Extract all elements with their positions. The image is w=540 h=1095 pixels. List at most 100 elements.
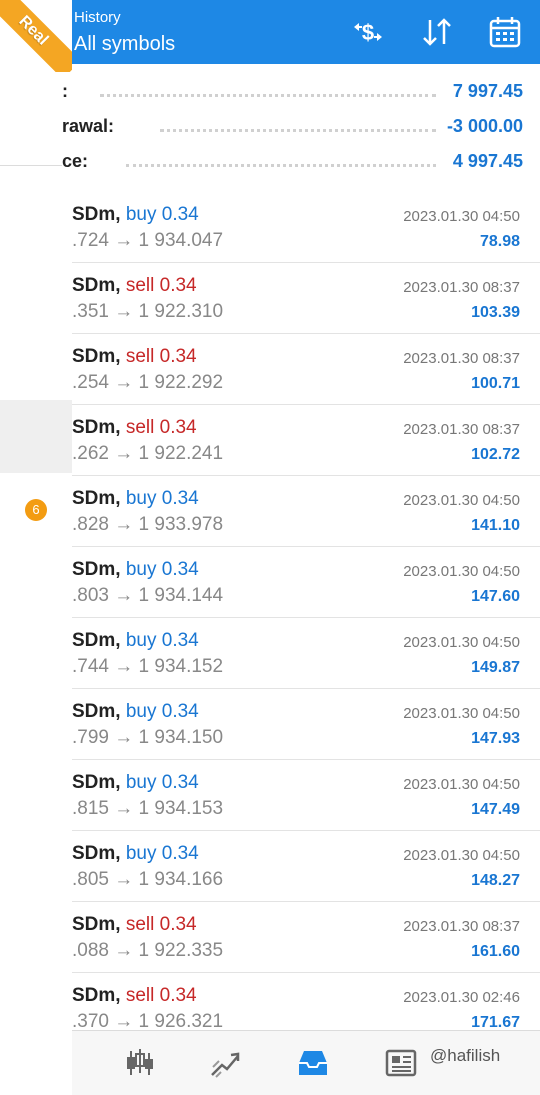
account-ribbon-label: Real	[0, 0, 72, 72]
deal-profit: 78.98	[479, 233, 520, 250]
deal-row[interactable]: SDm, sell 0.34 .254 → 1 922.292 2023.01.…	[72, 334, 540, 405]
deal-prices: .254 → 1 922.292	[72, 372, 224, 393]
summary-label: :	[62, 81, 72, 102]
summary-leader-dots	[100, 94, 436, 97]
deal-profit: 147.60	[471, 588, 520, 605]
deal-symbol-line: SDm, buy 0.34	[72, 701, 199, 723]
history-inbox-icon[interactable]	[295, 1045, 331, 1081]
deal-side: sell 0.34	[125, 346, 197, 367]
deal-side: buy 0.34	[125, 630, 199, 651]
deal-time: 2023.01.30 04:50	[403, 776, 520, 793]
calendar-icon[interactable]	[487, 14, 523, 50]
sort-icon[interactable]	[419, 14, 455, 50]
deal-time: 2023.01.30 04:50	[403, 847, 520, 864]
deal-symbol: SDm,	[72, 914, 121, 935]
summary-row: rawal: -3 000.00	[62, 116, 534, 146]
deal-symbol-line: SDm, buy 0.34	[72, 772, 199, 794]
deal-symbol-line: SDm, sell 0.34	[72, 417, 197, 439]
deal-profit: 100.71	[471, 375, 520, 392]
svg-text:$: $	[362, 20, 374, 45]
summary-value: 7 997.45	[446, 81, 523, 102]
deal-side: sell 0.34	[125, 985, 197, 1006]
deal-profit: 149.87	[471, 659, 520, 676]
deal-symbol: SDm,	[72, 204, 121, 225]
deal-prices: .724 → 1 934.047	[72, 230, 224, 251]
deal-prices: .799 → 1 934.150	[72, 727, 224, 748]
deal-profit: 147.49	[471, 801, 520, 818]
deal-row[interactable]: SDm, sell 0.34 .351 → 1 922.310 2023.01.…	[72, 263, 540, 334]
deal-prices: .805 → 1 934.166	[72, 869, 224, 890]
deal-symbol-line: SDm, buy 0.34	[72, 204, 199, 226]
summary-leader-dots	[160, 129, 436, 132]
quotes-icon[interactable]	[122, 1045, 158, 1081]
drawer-item-active[interactable]	[0, 400, 72, 473]
deal-profit: 141.10	[471, 517, 520, 534]
deal-side: buy 0.34	[125, 204, 199, 225]
account-summary: : 7 997.45 rawal: -3 000.00 ce: 4 997.45	[62, 64, 540, 193]
deal-profit: 148.27	[471, 872, 520, 889]
deal-row[interactable]: SDm, buy 0.34 .744 → 1 934.152 2023.01.3…	[72, 618, 540, 689]
deal-symbol-line: SDm, sell 0.34	[72, 914, 197, 936]
deal-prices: .262 → 1 922.241	[72, 443, 224, 464]
app-header: History All symbols $	[72, 0, 540, 64]
deal-row[interactable]: SDm, sell 0.34 .262 → 1 922.241 2023.01.…	[72, 405, 540, 476]
deal-symbol: SDm,	[72, 488, 121, 509]
deal-row[interactable]: SDm, buy 0.34 .805 → 1 934.166 2023.01.3…	[72, 831, 540, 902]
deal-symbol: SDm,	[72, 417, 121, 438]
deal-side: buy 0.34	[125, 559, 199, 580]
deal-profit: 103.39	[471, 304, 520, 321]
deal-row[interactable]: SDm, buy 0.34 .724 → 1 934.047 2023.01.3…	[72, 192, 540, 263]
deal-row[interactable]: SDm, buy 0.34 .815 → 1 934.153 2023.01.3…	[72, 760, 540, 831]
deal-time: 2023.01.30 04:50	[403, 492, 520, 509]
deal-symbol-line: SDm, buy 0.34	[72, 630, 199, 652]
deal-side: buy 0.34	[125, 488, 199, 509]
deal-time: 2023.01.30 08:37	[403, 350, 520, 367]
deal-time: 2023.01.30 04:50	[403, 563, 520, 580]
deal-row[interactable]: SDm, buy 0.34 .803 → 1 934.144 2023.01.3…	[72, 547, 540, 618]
deal-side: buy 0.34	[125, 701, 199, 722]
currency-exchange-icon[interactable]: $	[350, 14, 386, 50]
summary-value: -3 000.00	[440, 116, 523, 137]
deal-symbol-line: SDm, buy 0.34	[72, 843, 199, 865]
deal-prices: .803 → 1 934.144	[72, 585, 224, 606]
summary-label: ce:	[62, 151, 93, 172]
chart-icon[interactable]	[207, 1045, 243, 1081]
summary-label: rawal:	[62, 116, 119, 137]
summary-row: : 7 997.45	[62, 81, 534, 111]
deal-profit: 161.60	[471, 943, 520, 960]
deal-prices: .828 → 1 933.978	[72, 514, 224, 535]
deal-profit: 147.93	[471, 730, 520, 747]
deal-time: 2023.01.30 04:50	[403, 705, 520, 722]
account-ribbon: Real	[0, 0, 72, 72]
deal-row[interactable]: SDm, sell 0.34 .088 → 1 922.335 2023.01.…	[72, 902, 540, 973]
deal-symbol-line: SDm, buy 0.34	[72, 488, 199, 510]
news-icon[interactable]	[383, 1045, 419, 1081]
deal-row[interactable]: SDm, buy 0.34 .799 → 1 934.150 2023.01.3…	[72, 689, 540, 760]
summary-leader-dots	[126, 164, 436, 167]
deal-symbol-line: SDm, sell 0.34	[72, 985, 197, 1007]
deal-time: 2023.01.30 08:37	[403, 279, 520, 296]
symbol-filter[interactable]: All symbols	[74, 33, 175, 56]
deal-side: sell 0.34	[125, 417, 197, 438]
deal-symbol: SDm,	[72, 275, 121, 296]
deal-prices: .815 → 1 934.153	[72, 798, 224, 819]
deal-symbol: SDm,	[72, 701, 121, 722]
deals-list: SDm, buy 0.34 .724 → 1 934.047 2023.01.3…	[72, 192, 540, 1044]
drawer-badge: 6	[25, 499, 47, 521]
deal-side: sell 0.34	[125, 275, 197, 296]
deal-symbol: SDm,	[72, 985, 121, 1006]
deal-profit: 102.72	[471, 446, 520, 463]
deal-symbol: SDm,	[72, 843, 121, 864]
deal-symbol-line: SDm, buy 0.34	[72, 559, 199, 581]
deal-side: sell 0.34	[125, 914, 197, 935]
deal-symbol: SDm,	[72, 630, 121, 651]
summary-row: ce: 4 997.45	[62, 151, 534, 181]
deal-symbol: SDm,	[72, 346, 121, 367]
deal-row[interactable]: SDm, buy 0.34 .828 → 1 933.978 2023.01.3…	[72, 476, 540, 547]
deal-time: 2023.01.30 04:50	[403, 634, 520, 651]
deal-prices: .088 → 1 922.335	[72, 940, 224, 961]
page-title: History	[74, 9, 121, 26]
deal-symbol: SDm,	[72, 772, 121, 793]
deal-time: 2023.01.30 04:50	[403, 208, 520, 225]
deal-prices: .351 → 1 922.310	[72, 301, 224, 322]
